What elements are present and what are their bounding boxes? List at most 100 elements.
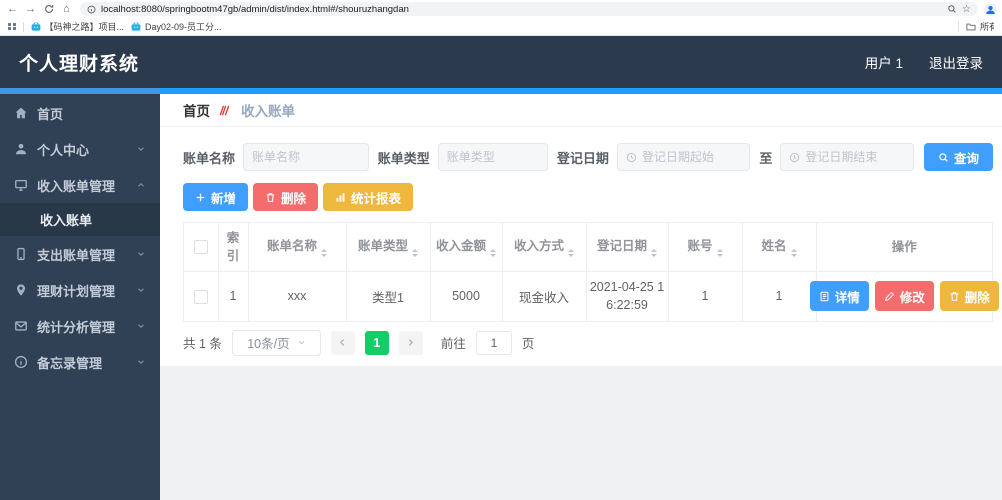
edit-button[interactable]: 修改 (874, 281, 934, 312)
col-header-person[interactable]: 姓名 (742, 223, 817, 273)
current-user[interactable]: 用户 1 (865, 52, 903, 72)
sidebar-item-expense-bill-mgmt[interactable]: 支出账单管理 (0, 236, 160, 272)
zoom-icon[interactable] (947, 4, 957, 14)
total-count: 共 1 条 (183, 337, 222, 351)
chevron-right-icon (409, 339, 414, 346)
phone-icon (14, 247, 28, 261)
address-bar[interactable]: localhost:8080/springbootm47gb/admin/dis… (80, 2, 978, 16)
next-page-button[interactable] (398, 330, 423, 355)
page-size-select[interactable]: 10条/页 (231, 329, 321, 356)
cell-date: 2021-04-25 16:22:59 (586, 271, 669, 322)
prev-page-button[interactable] (330, 330, 355, 355)
sidebar-item-statistics-mgmt[interactable]: 统计分析管理 (0, 308, 160, 344)
breadcrumb-home[interactable]: 首页 (183, 100, 210, 120)
clock-icon (626, 152, 637, 163)
sidebar-item-finance-plan-mgmt[interactable]: 理财计划管理 (0, 272, 160, 308)
trash-icon (950, 292, 959, 301)
bill-name-input[interactable] (252, 150, 360, 164)
breadcrumb-current: 收入账单 (241, 104, 295, 119)
sidebar-item-label: 备忘录管理 (37, 355, 103, 371)
sort-icon[interactable] (321, 249, 327, 258)
sidebar-item-label: 理财计划管理 (37, 283, 116, 299)
table-header-row: 索引 账单名称 账单类型 收入金额 收入方式 登记日期 账号 姓名 操作 (184, 223, 992, 273)
user-icon (14, 142, 28, 156)
row-checkbox[interactable] (193, 289, 208, 304)
filter-bar: 账单名称 账单类型 登记日期 (183, 143, 993, 171)
bookmark-favicon (131, 22, 141, 31)
select-all-checkbox[interactable] (193, 240, 208, 255)
col-header-method[interactable]: 收入方式 (502, 223, 587, 273)
date-start-input[interactable] (641, 150, 742, 164)
all-bookmarks-button[interactable]: 所有书签 (966, 20, 994, 33)
bookmark-item[interactable]: Day02-09-员工分... (131, 20, 222, 33)
date-start-field[interactable] (616, 143, 751, 171)
all-bookmarks-label: 所有书签 (980, 22, 994, 32)
goto-page-input[interactable] (475, 330, 512, 355)
sidebar-item-label: 个人中心 (37, 142, 90, 158)
delete-button[interactable]: 删除 (253, 183, 319, 211)
sidebar-item-personal-center[interactable]: 个人中心 (0, 131, 160, 167)
sidebar-item-memo-mgmt[interactable]: 备忘录管理 (0, 344, 160, 380)
forward-icon[interactable]: → (23, 2, 38, 17)
reload-icon[interactable] (41, 2, 56, 17)
current-page-button[interactable]: 1 (364, 330, 389, 355)
date-end-field[interactable] (780, 143, 914, 171)
add-button[interactable]: 新增 (183, 183, 249, 211)
folder-icon (966, 23, 976, 31)
search-button[interactable]: 查询 (923, 143, 993, 171)
home-icon[interactable]: ⌂ (59, 2, 74, 17)
remove-button[interactable]: 删除 (939, 281, 999, 312)
clock-icon (789, 152, 800, 163)
report-button[interactable]: 统计报表 (323, 183, 414, 211)
col-header-account[interactable]: 账号 (668, 223, 743, 273)
chevron-down-icon (298, 341, 304, 345)
goto-label: 前往 (440, 337, 466, 351)
col-header-index: 索引 (218, 223, 249, 273)
browser-toolbar: ← → ⌂ localhost:8080/springbootm47gb/adm… (0, 0, 1002, 18)
bookmark-label: 【码神之路】项目... (44, 22, 125, 32)
detail-button[interactable]: 详情 (809, 281, 869, 312)
bill-name-field[interactable] (243, 143, 369, 171)
url-text[interactable]: localhost:8080/springbootm47gb/admin/dis… (101, 4, 942, 15)
browser-window: ← → ⌂ localhost:8080/springbootm47gb/adm… (0, 0, 1002, 500)
col-header-name[interactable]: 账单名称 (248, 223, 347, 273)
col-header-type[interactable]: 账单类型 (346, 223, 431, 273)
bill-name-label: 账单名称 (183, 150, 236, 166)
bookmarks-bar: 【码神之路】项目... Day02-09-员工分... 所有书签 (0, 18, 1002, 36)
plus-icon (196, 193, 205, 201)
chevron-up-icon (136, 180, 146, 190)
logout-button[interactable]: 退出登录 (929, 52, 983, 72)
chevron-down-icon (136, 249, 146, 259)
site-info-icon[interactable] (87, 5, 96, 14)
sort-icon[interactable] (716, 249, 723, 258)
bookmark-favicon (31, 22, 40, 31)
sidebar-subitem-income-bill[interactable]: 收入账单 (0, 203, 160, 236)
bookmark-star-icon[interactable]: ☆ (962, 4, 971, 15)
sidebar-item-label: 收入账单管理 (37, 178, 116, 194)
col-header-amount[interactable]: 收入金额 (430, 223, 503, 273)
bill-type-input[interactable] (446, 150, 539, 164)
bill-type-field[interactable] (437, 143, 548, 171)
sidebar-item-label: 首页 (37, 106, 64, 122)
apps-grid-icon[interactable] (8, 22, 16, 31)
sort-icon[interactable] (490, 249, 496, 258)
sort-icon[interactable] (568, 249, 574, 258)
bookmark-label: Day02-09-员工分... (145, 22, 222, 32)
sort-icon[interactable] (412, 249, 418, 258)
sort-icon[interactable] (790, 249, 797, 258)
cell-person: 1 (742, 271, 817, 322)
date-end-input[interactable] (805, 150, 905, 164)
profile-avatar-icon[interactable] (984, 2, 997, 16)
breadcrumb: 首页 收入账单 (160, 94, 1002, 127)
bookmark-item[interactable]: 【码神之路】项目... (31, 20, 125, 33)
divider (22, 21, 24, 32)
chevron-left-icon (340, 339, 345, 346)
trash-icon (266, 192, 275, 202)
sidebar-item-home[interactable]: 首页 (0, 95, 160, 131)
chevron-down-icon (136, 285, 146, 295)
back-icon[interactable]: ← (5, 2, 20, 17)
sort-icon[interactable] (651, 249, 657, 258)
cell-name: xxx (248, 271, 347, 322)
col-header-date[interactable]: 登记日期 (586, 223, 669, 273)
sidebar-item-income-bill-mgmt[interactable]: 收入账单管理 (0, 167, 160, 203)
